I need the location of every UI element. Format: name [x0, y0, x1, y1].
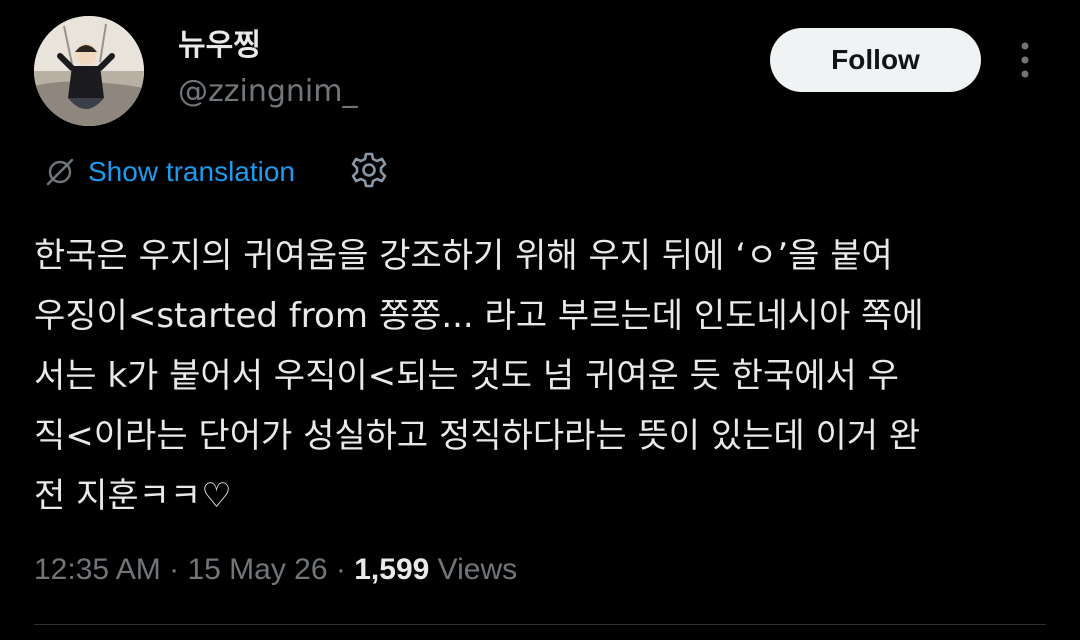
- gear-icon: [351, 152, 387, 188]
- tweet-date[interactable]: 15 May 26: [187, 553, 327, 586]
- avatar[interactable]: [34, 16, 144, 126]
- tweet-text: 한국은 우지의 귀여움을 강조하기 위해 우지 뒤에 ‘ㅇ’을 붙여 우징이<s…: [34, 226, 1044, 526]
- tweet-text-line: 직<이라는 단어가 성실하고 정직하다라는 뜻이 있는데 이거 완: [34, 416, 921, 456]
- tweet-text-line: 한국은 우지의 귀여움을 강조하기 위해 우지 뒤에 ‘ㅇ’을 붙여: [34, 236, 893, 276]
- translation-settings-button[interactable]: [348, 149, 390, 191]
- divider: [34, 624, 1046, 625]
- tweet-text-line: 전 지훈ㅋㅋ♡: [34, 476, 232, 516]
- follow-button[interactable]: Follow: [770, 28, 981, 92]
- translation-row[interactable]: Show translation: [44, 150, 295, 194]
- tweet-text-line: 서는 k가 붙어서 우직이<되는 것도 넘 귀여운 듯 한국에서 우: [34, 356, 899, 396]
- tweet-meta: 12:35 AM · 15 May 26 · 1,599 Views: [34, 548, 517, 592]
- author-handle[interactable]: @zzingnim_: [178, 72, 357, 112]
- author-display-name[interactable]: 뉴우찡: [178, 26, 261, 66]
- more-vertical-icon: [1021, 42, 1029, 78]
- globe-off-icon: [46, 158, 74, 186]
- views-count[interactable]: 1,599: [354, 553, 429, 586]
- meta-separator: ·: [335, 553, 346, 586]
- tweet-time[interactable]: 12:35 AM: [34, 553, 161, 586]
- meta-separator: ·: [169, 553, 180, 586]
- show-translation-link[interactable]: Show translation: [88, 156, 295, 188]
- more-options-button[interactable]: [1008, 38, 1042, 82]
- tweet-text-line: 우징이<started from 쫑쫑... 라고 부르는데 인도네시아 쪽에: [34, 296, 924, 336]
- avatar-image: [34, 16, 144, 126]
- views-label: Views: [437, 553, 518, 586]
